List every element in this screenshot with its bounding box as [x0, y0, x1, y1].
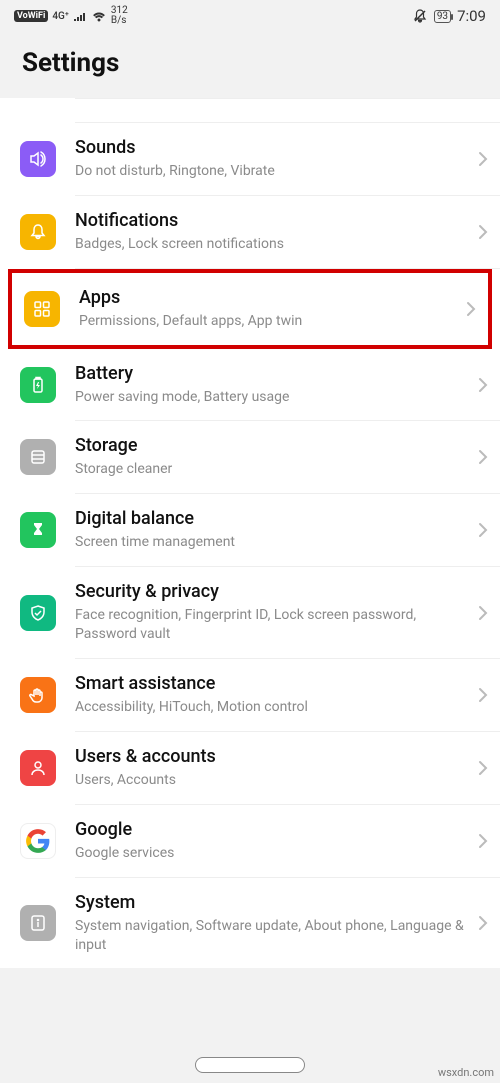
- nav-pill[interactable]: [195, 1057, 305, 1073]
- network-type: 4G⁺: [52, 11, 69, 22]
- chevron-right-icon: [466, 301, 476, 317]
- chevron-right-icon: [478, 833, 488, 849]
- row-subtitle: Badges, Lock screen notifications: [75, 235, 470, 254]
- partial-text: [75, 101, 480, 120]
- settings-list: Sounds Do not disturb, Ringtone, Vibrate…: [0, 98, 500, 968]
- list-item-notifications[interactable]: Notifications Badges, Lock screen notifi…: [75, 196, 500, 269]
- row-subtitle: Users, Accounts: [75, 771, 470, 790]
- row-subtitle: Power saving mode, Battery usage: [75, 388, 470, 407]
- chevron-right-icon: [478, 522, 488, 538]
- battery-icon: [20, 367, 56, 403]
- watermark: wsxdn.com: [438, 1066, 494, 1079]
- info-icon: [20, 905, 56, 941]
- list-item-storage[interactable]: Storage Storage cleaner: [75, 421, 500, 494]
- row-subtitle: Do not disturb, Ringtone, Vibrate: [75, 162, 470, 181]
- chevron-right-icon: [478, 224, 488, 240]
- shield-icon: [20, 595, 56, 631]
- google-icon: [20, 823, 56, 859]
- battery-indicator: 93: [434, 10, 451, 23]
- list-item-battery[interactable]: Battery Power saving mode, Battery usage: [75, 349, 500, 422]
- grid-icon: [24, 291, 60, 327]
- row-title: Smart assistance: [75, 673, 470, 694]
- row-title: Google: [75, 819, 470, 840]
- list-item-sounds[interactable]: Sounds Do not disturb, Ringtone, Vibrate: [75, 123, 500, 196]
- status-right: 93 7:09: [412, 7, 486, 25]
- list-item-users[interactable]: Users & accounts Users, Accounts: [75, 732, 500, 805]
- drive-icon: [20, 439, 56, 475]
- row-subtitle: Permissions, Default apps, App twin: [79, 312, 458, 331]
- page-title: Settings: [22, 48, 478, 78]
- data-speed: 312 B/s: [111, 6, 128, 26]
- list-item-digital-balance[interactable]: Digital balance Screen time management: [75, 494, 500, 567]
- status-left: VoWiFi 4G⁺ 312 B/s: [14, 6, 128, 26]
- bell-icon: [20, 214, 56, 250]
- person-icon: [20, 750, 56, 786]
- chevron-right-icon: [478, 605, 488, 621]
- list-item-smart-assistance[interactable]: Smart assistance Accessibility, HiTouch,…: [75, 659, 500, 732]
- hourglass-icon: [20, 512, 56, 548]
- row-title: Digital balance: [75, 508, 470, 529]
- row-title: Security & privacy: [75, 581, 470, 602]
- row-title: System: [75, 892, 470, 913]
- chevron-right-icon: [478, 915, 488, 931]
- row-title: Users & accounts: [75, 746, 470, 767]
- list-item-apps[interactable]: Apps Permissions, Default apps, App twin: [79, 273, 488, 345]
- chevron-right-icon: [478, 449, 488, 465]
- vowifi-badge: VoWiFi: [14, 10, 48, 22]
- row-title: Battery: [75, 363, 470, 384]
- highlighted-row: Apps Permissions, Default apps, App twin: [8, 269, 492, 349]
- list-item-system[interactable]: System System navigation, Software updat…: [75, 878, 500, 969]
- chevron-right-icon: [478, 377, 488, 393]
- clock: 7:09: [457, 7, 486, 25]
- row-subtitle: Accessibility, HiTouch, Motion control: [75, 698, 470, 717]
- row-title: Sounds: [75, 137, 470, 158]
- row-title: Notifications: [75, 210, 470, 231]
- list-item-partial[interactable]: [75, 98, 500, 123]
- mute-icon: [412, 8, 428, 24]
- speaker-icon: [20, 141, 56, 177]
- list-item-security[interactable]: Security & privacy Face recognition, Fin…: [75, 567, 500, 659]
- row-subtitle: Face recognition, Fingerprint ID, Lock s…: [75, 606, 470, 644]
- row-subtitle: Screen time management: [75, 533, 470, 552]
- row-title: Apps: [79, 287, 458, 308]
- chevron-right-icon: [478, 687, 488, 703]
- signal-icon: [73, 11, 87, 22]
- row-subtitle: System navigation, Software update, Abou…: [75, 917, 470, 955]
- status-bar: VoWiFi 4G⁺ 312 B/s 93 7:09: [0, 0, 500, 30]
- hand-icon: [20, 677, 56, 713]
- chevron-right-icon: [478, 760, 488, 776]
- chevron-right-icon: [478, 151, 488, 167]
- header: Settings: [0, 30, 500, 98]
- row-subtitle: Google services: [75, 844, 470, 863]
- list-item-google[interactable]: Google Google services: [75, 805, 500, 878]
- row-title: Storage: [75, 435, 470, 456]
- wifi-icon: [91, 10, 107, 22]
- row-subtitle: Storage cleaner: [75, 460, 470, 479]
